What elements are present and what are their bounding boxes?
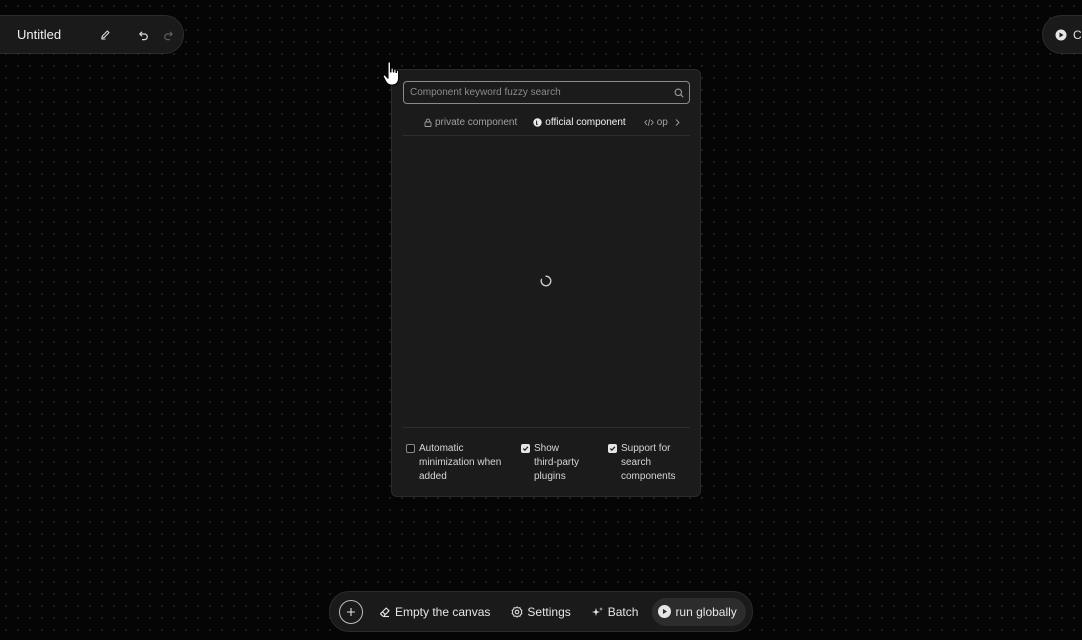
search-icon[interactable]: [669, 88, 689, 98]
code-icon: [643, 118, 654, 127]
tab-official-label: official component: [545, 117, 626, 128]
batch-label: Batch: [607, 604, 639, 619]
lock-icon: [424, 118, 432, 127]
show-third-party-label: Show third-party plugins: [534, 443, 580, 482]
plus-icon: [347, 607, 355, 616]
official-badge-icon: [533, 118, 542, 127]
gear-icon: [511, 605, 523, 618]
auto-minimize-label: Automatic minimization when added: [419, 443, 502, 482]
component-search-input[interactable]: [404, 82, 669, 103]
tab-official-component[interactable]: official component: [533, 110, 627, 135]
component-tabs: private component official component op: [403, 110, 690, 136]
bottom-toolbar: Empty the canvas Settings Batch run glob…: [329, 591, 753, 632]
chevron-right-icon[interactable]: [674, 118, 681, 127]
show-third-party-checkbox[interactable]: [521, 444, 530, 453]
batch-button[interactable]: Batch: [591, 598, 639, 626]
redo-icon[interactable]: [159, 25, 179, 45]
sparkle-icon: [591, 606, 604, 618]
empty-canvas-label: Empty the canvas: [395, 604, 491, 619]
run-globally-button[interactable]: run globally: [652, 597, 746, 626]
run-icon: [1055, 29, 1067, 41]
document-title: Untitled: [17, 27, 62, 42]
empty-canvas-button[interactable]: Empty the canvas: [379, 598, 490, 626]
search-components-checkbox[interactable]: [608, 444, 617, 453]
tab-open-source-label: op: [656, 117, 668, 128]
tab-private-component[interactable]: private component: [424, 110, 518, 135]
option-search-components[interactable]: Support for search components: [608, 442, 686, 484]
eraser-icon: [379, 606, 391, 618]
panel-divider: [403, 427, 690, 428]
top-right-run-button[interactable]: Co: [1042, 15, 1082, 54]
top-right-label: Co: [1073, 27, 1082, 42]
auto-minimize-checkbox[interactable]: [406, 444, 415, 453]
component-panel: private component official component op …: [391, 69, 701, 497]
undo-icon[interactable]: [133, 25, 153, 45]
tab-open-source[interactable]: op: [643, 110, 668, 135]
option-auto-minimize[interactable]: Automatic minimization when added: [406, 442, 504, 484]
option-show-third-party[interactable]: Show third-party plugins: [521, 442, 583, 484]
settings-button[interactable]: Settings: [511, 598, 571, 626]
hand-cursor-icon: [382, 61, 400, 86]
add-component-button[interactable]: [339, 599, 363, 624]
document-title-bar: Untitled: [0, 15, 184, 54]
run-globally-label: run globally: [675, 604, 737, 619]
loading-spinner-icon: [540, 275, 552, 287]
edit-pencil-icon[interactable]: [95, 25, 115, 45]
search-components-label: Support for search components: [621, 443, 676, 482]
settings-label: Settings: [527, 604, 571, 619]
run-globally-icon: [658, 605, 672, 618]
component-search-box[interactable]: [403, 81, 690, 104]
tab-private-label: private component: [435, 117, 518, 128]
